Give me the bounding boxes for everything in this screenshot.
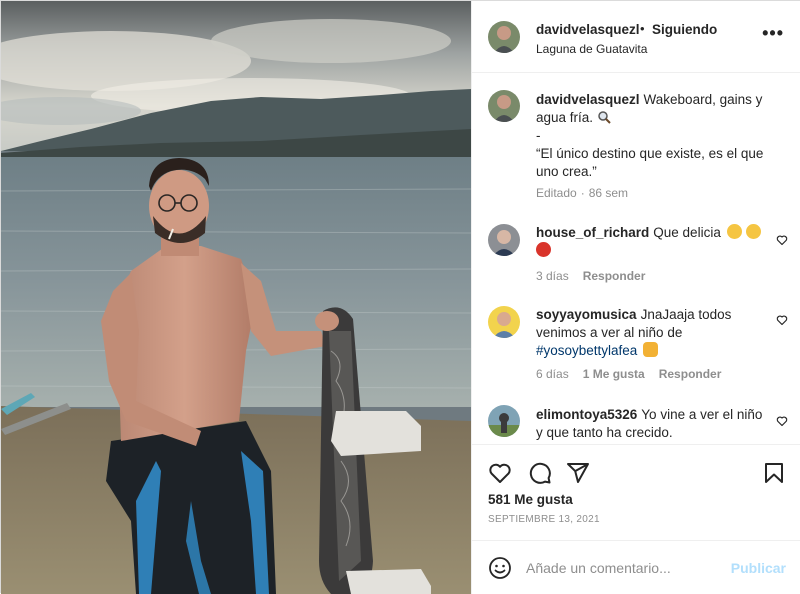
heart-eyes-emoji-icon: [726, 224, 742, 239]
caption-quote: “El único destino que existe, es el que …: [536, 146, 764, 179]
location-link[interactable]: Laguna de Guatavita: [536, 42, 647, 56]
reply-button[interactable]: Responder: [659, 367, 722, 381]
hashtag-link[interactable]: #yosoybettylafea: [536, 343, 637, 358]
magnifier-emoji-icon: [597, 110, 611, 124]
avatar[interactable]: [488, 224, 520, 256]
list-item: soyyayomusica JnaJaaja todos venimos a ve…: [472, 306, 800, 386]
like-comment-heart-icon[interactable]: [776, 234, 788, 246]
add-comment-bar: Publicar: [472, 540, 800, 594]
post-date[interactable]: SEPTIEMBRE 13, 2021: [488, 514, 600, 525]
comment-text: house_of_richard Que delicia: [536, 224, 764, 260]
edited-label: Editado: [536, 186, 577, 200]
post-actions: 581 Me gusta SEPTIEMBRE 13, 2021: [472, 444, 800, 544]
header-username-link[interactable]: davidvelasquezl: [536, 22, 640, 37]
caption-username-link[interactable]: davidvelasquezl: [536, 92, 640, 107]
list-item: house_of_richard Que delicia 3 días Respon…: [472, 224, 800, 294]
avatar[interactable]: [488, 21, 520, 53]
comment-age[interactable]: 3 días: [536, 269, 569, 283]
comment-content: Que delicia: [653, 225, 721, 240]
likes-count[interactable]: 581 Me gusta: [488, 492, 573, 507]
wakeboard-lake-image: [1, 1, 471, 594]
comment-text: soyyayomusica JnaJaaja todos venimos a ve…: [536, 306, 764, 360]
comment-meta: 3 días Responder: [536, 269, 659, 283]
raising-hands-emoji-icon: [643, 342, 659, 357]
caption-text: davidvelasquezl Wakeboard, gains y agua f…: [536, 91, 764, 181]
separator-dot: •: [640, 21, 645, 36]
reply-button[interactable]: Responder: [583, 269, 646, 283]
post-header: davidvelasquezl • Siguiendo Laguna de Gu…: [472, 1, 800, 73]
comment-username-link[interactable]: house_of_richard: [536, 225, 649, 240]
devil-emoji-icon: [536, 242, 551, 257]
comment-bubble-icon[interactable]: [528, 461, 552, 485]
save-bookmark-icon[interactable]: [762, 461, 786, 485]
comment-likes-link[interactable]: 1 Me gusta: [583, 367, 645, 381]
like-comment-heart-icon[interactable]: [776, 415, 788, 427]
caption-age[interactable]: 86 sem: [589, 186, 628, 200]
comment-text: elimontoya5326 Yo vine a ver el niño y qu…: [536, 406, 764, 442]
publish-button[interactable]: Publicar: [731, 560, 786, 576]
post-side-panel: davidvelasquezl • Siguiendo Laguna de Gu…: [471, 1, 800, 594]
comment-age[interactable]: 6 días: [536, 367, 569, 381]
comment-username-link[interactable]: soyyayomusica: [536, 307, 637, 322]
more-options-icon[interactable]: •••: [762, 23, 784, 44]
comments-list[interactable]: davidvelasquezl Wakeboard, gains y agua f…: [472, 74, 800, 444]
like-heart-icon[interactable]: [488, 461, 512, 485]
caption-item: davidvelasquezl Wakeboard, gains y agua f…: [472, 90, 800, 215]
list-item: elimontoya5326 Yo vine a ver el niño y qu…: [472, 405, 800, 444]
emoji-smile-icon[interactable]: [488, 556, 512, 580]
caption-meta: Editado · 86 sem: [536, 186, 629, 200]
post-dialog: davidvelasquezl • Siguiendo Laguna de Gu…: [0, 0, 800, 594]
post-photo[interactable]: [1, 1, 471, 594]
comment-username-link[interactable]: elimontoya5326: [536, 407, 637, 422]
avatar[interactable]: [488, 405, 520, 437]
smiling-emoji-icon: [745, 224, 761, 239]
comment-input[interactable]: [526, 557, 726, 579]
avatar[interactable]: [488, 306, 520, 338]
following-button[interactable]: Siguiendo: [652, 22, 717, 37]
caption-dash: -: [536, 128, 541, 143]
share-send-icon[interactable]: [566, 461, 590, 485]
comment-meta: 6 días 1 Me gusta Responder: [536, 367, 735, 381]
like-comment-heart-icon[interactable]: [776, 314, 788, 326]
avatar[interactable]: [488, 90, 520, 122]
